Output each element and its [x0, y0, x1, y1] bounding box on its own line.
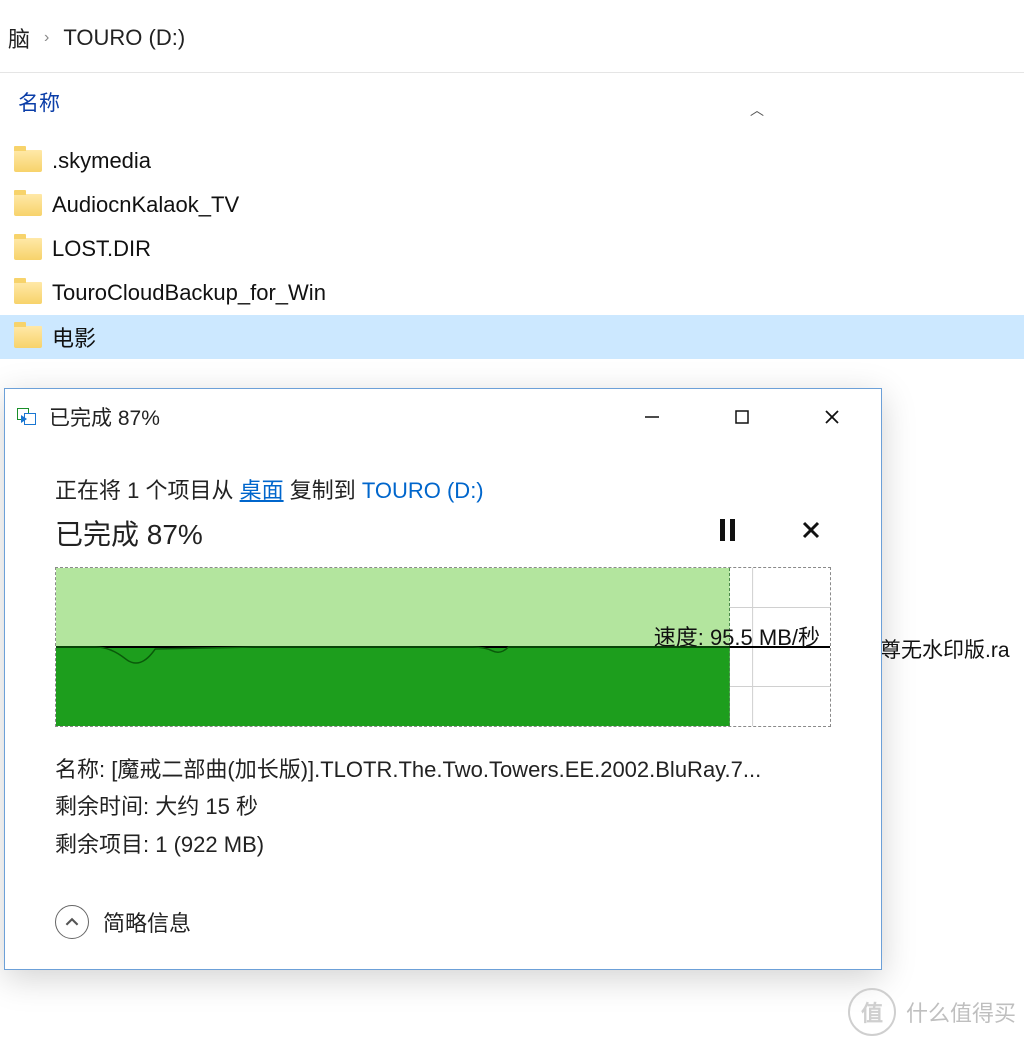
watermark: 值 什么值得买: [848, 988, 1016, 1036]
transfer-details: 名称: [魔戒二部曲(加长版)].TLOTR.The.Two.Towers.EE…: [55, 751, 831, 863]
window-title: 已完成 87%: [49, 402, 160, 432]
folder-icon: [14, 238, 42, 260]
progress-text: 已完成 87%: [55, 513, 203, 553]
destination-link[interactable]: TOURO (D:): [362, 478, 484, 503]
time-remaining: 大约 15 秒: [155, 794, 258, 819]
chevron-up-circle-icon: [55, 905, 89, 939]
toggle-details-label: 简略信息: [103, 906, 191, 938]
chevron-up-icon[interactable]: ︿: [750, 100, 764, 120]
toggle-details[interactable]: 简略信息: [55, 905, 831, 939]
folder-icon: [14, 194, 42, 216]
breadcrumb-current[interactable]: TOURO (D:): [63, 25, 185, 51]
file-name: LOST.DIR: [52, 236, 151, 262]
list-item[interactable]: .skymedia: [0, 139, 1024, 183]
file-name: .skymedia: [52, 148, 151, 174]
copy-dialog: 已完成 87% 正在将 1 个项目从 桌面 复制到 TOURO (D:) 已完成…: [4, 388, 882, 970]
folder-icon: [14, 326, 42, 348]
folder-icon: [14, 150, 42, 172]
speed-label: 速度: 95.5 MB/秒: [654, 620, 820, 652]
breadcrumb-parent[interactable]: 脑: [8, 22, 30, 54]
copy-progress-icon: [17, 408, 39, 426]
breadcrumb[interactable]: 脑 › TOURO (D:): [0, 0, 1024, 73]
minimize-button[interactable]: [607, 397, 697, 437]
list-item[interactable]: LOST.DIR: [0, 227, 1024, 271]
close-button[interactable]: [787, 397, 877, 437]
column-header-row[interactable]: 名称: [0, 73, 1024, 121]
file-name: AudiocnKalaok_TV: [52, 192, 239, 218]
column-header-name[interactable]: 名称: [18, 87, 60, 117]
list-item[interactable]: TouroCloudBackup_for_Win: [0, 271, 1024, 315]
list-item[interactable]: AudiocnKalaok_TV: [0, 183, 1024, 227]
chevron-right-icon: ›: [44, 29, 49, 47]
maximize-button[interactable]: [697, 397, 787, 437]
file-list: .skymedia AudiocnKalaok_TV LOST.DIR Tour…: [0, 121, 1024, 359]
source-link[interactable]: 桌面: [240, 478, 284, 503]
file-name: 电影: [52, 321, 96, 353]
copy-status-line: 正在将 1 个项目从 桌面 复制到 TOURO (D:): [55, 473, 831, 505]
pause-button[interactable]: [713, 519, 741, 548]
cancel-button[interactable]: [797, 519, 825, 548]
occluded-filename: 尊无水印版.ra: [880, 634, 1010, 664]
folder-icon: [14, 282, 42, 304]
items-remaining: 1 (922 MB): [155, 832, 264, 857]
watermark-text: 什么值得买: [906, 996, 1016, 1028]
item-name: [魔戒二部曲(加长版)].TLOTR.The.Two.Towers.EE.200…: [111, 757, 761, 782]
titlebar[interactable]: 已完成 87%: [5, 389, 881, 443]
watermark-logo-icon: 值: [848, 988, 896, 1036]
list-item[interactable]: 电影: [0, 315, 1024, 359]
file-name: TouroCloudBackup_for_Win: [52, 280, 326, 306]
transfer-speed-graph[interactable]: 速度: 95.5 MB/秒: [55, 567, 831, 727]
